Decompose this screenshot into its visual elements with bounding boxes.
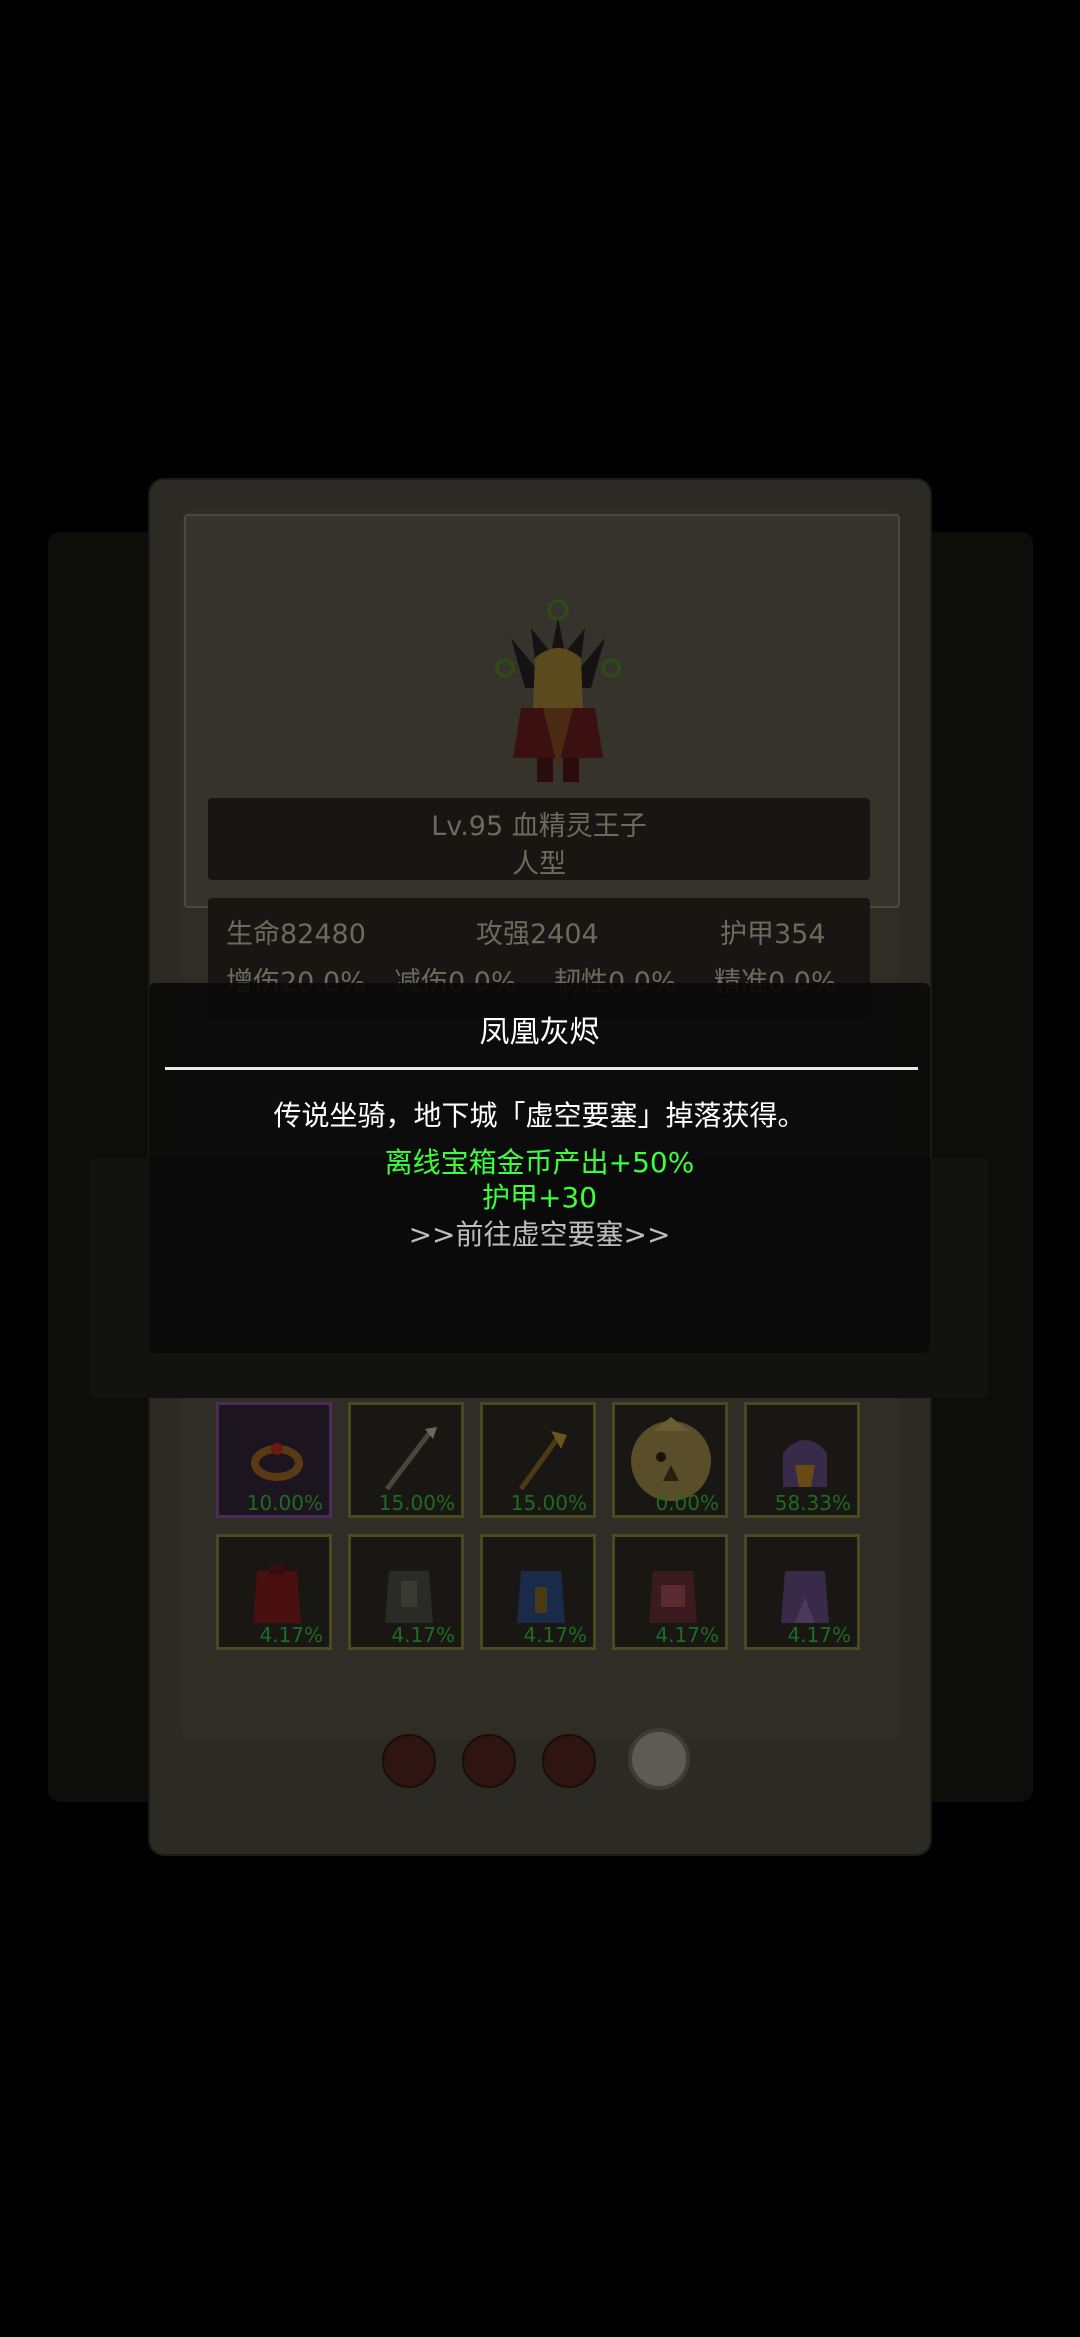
equip-percent: 4.17% — [523, 1623, 587, 1647]
item-info-popup: 凤凰灰烬 传说坐骑，地下城「虚空要塞」掉落获得。 离线宝箱金币产出+50% 护甲… — [149, 983, 930, 1353]
popup-bonus-gold: 离线宝箱金币产出+50% — [384, 1146, 695, 1179]
equip-slot-pink-armor[interactable]: 4.17% — [612, 1534, 728, 1650]
popup-divider — [165, 1067, 918, 1070]
equip-percent: 4.17% — [391, 1623, 455, 1647]
popup-bonus-armor: 护甲+30 — [481, 1181, 598, 1214]
equip-percent: 4.17% — [787, 1623, 851, 1647]
popup-description: 传说坐骑，地下城「虚空要塞」掉落获得。 — [273, 1099, 806, 1132]
blood-elf-prince-icon — [495, 599, 621, 782]
equip-slot-red-armor[interactable]: 4.17% — [216, 1534, 332, 1650]
equip-percent: 15.00% — [378, 1491, 455, 1515]
go-to-void-fortress-link[interactable]: >>前往虚空要塞>> — [149, 1213, 930, 1253]
page-dot-2[interactable] — [462, 1734, 516, 1788]
page-dot-3[interactable] — [542, 1734, 596, 1788]
equip-percent: 15.00% — [510, 1491, 587, 1515]
axe-icon — [518, 1431, 567, 1491]
hero-name-banner: Lv.95 血精灵王子 人型 — [208, 798, 870, 880]
equip-percent: 4.17% — [259, 1623, 323, 1647]
equip-slot-axe[interactable]: 15.00% — [480, 1402, 596, 1518]
equip-percent: 0.00% — [655, 1491, 719, 1515]
hero-name: Lv.95 血精灵王子 — [431, 811, 647, 842]
pink-armor-icon — [649, 1571, 697, 1623]
red-armor-icon — [253, 1565, 301, 1623]
equip-slot-dark-armor[interactable]: 4.17% — [348, 1534, 464, 1650]
popup-title: 凤凰灰烬 — [479, 1015, 600, 1050]
equip-percent: 58.33% — [774, 1491, 851, 1515]
helmet-icon — [783, 1440, 827, 1487]
dark-armor-icon — [385, 1571, 433, 1623]
equip-slot-helmet[interactable]: 58.33% — [744, 1402, 860, 1518]
equip-slot-blue-armor[interactable]: 4.17% — [480, 1534, 596, 1650]
ring-icon — [251, 1443, 303, 1481]
equip-slot-purple-armor[interactable]: 4.17% — [744, 1534, 860, 1650]
blue-armor-icon — [517, 1571, 565, 1623]
stat-attack: 攻强2404 — [476, 919, 599, 950]
stat-armor: 护甲354 — [720, 919, 826, 950]
purple-armor-icon — [781, 1571, 829, 1623]
equip-slot-ring[interactable]: 10.00% — [216, 1402, 332, 1518]
page-dot-1[interactable] — [382, 1734, 436, 1788]
equip-percent: 10.00% — [246, 1491, 323, 1515]
stat-hp: 生命82480 — [226, 919, 366, 950]
spear-icon — [385, 1427, 437, 1491]
equip-slot-phoenix-egg[interactable]: 0.00% — [612, 1402, 728, 1518]
hero-type: 人型 — [512, 849, 566, 880]
equip-slot-spear[interactable]: 15.00% — [348, 1402, 464, 1518]
equip-percent: 4.17% — [655, 1623, 719, 1647]
page-dot-4-active[interactable] — [628, 1728, 690, 1790]
